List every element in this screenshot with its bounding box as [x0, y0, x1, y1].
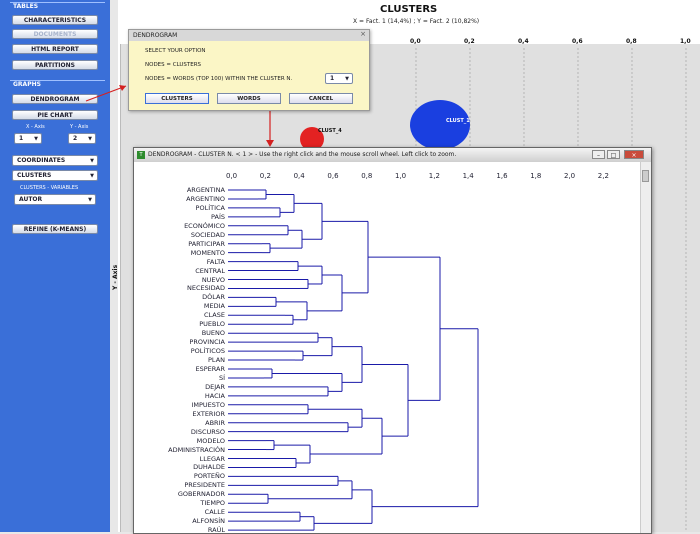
dendrogram-lines	[228, 189, 479, 531]
